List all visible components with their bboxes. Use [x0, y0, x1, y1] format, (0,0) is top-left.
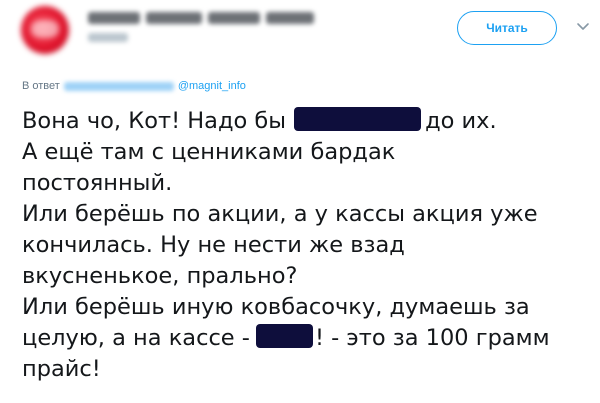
author-handle-blurred: [88, 33, 128, 42]
tweet-line: кончилась. Ну не нести же взад: [22, 232, 405, 258]
chevron-down-icon[interactable]: [576, 22, 590, 32]
tweet-line: Или берёшь по акции, а у кассы акция уже: [22, 201, 538, 227]
tweet-text: Вона чо, Кот! Надо бы до их. А ещё там с …: [22, 106, 592, 385]
tweet-text-segment: ! - это за 100 грамм: [314, 325, 550, 351]
tweet-line: прайс!: [22, 356, 101, 382]
tweet-text-segment: до их.: [425, 108, 497, 134]
tweet-line: целую, а на кассе - ! - это за 100 грамм: [22, 323, 592, 354]
follow-button[interactable]: Читать: [457, 11, 557, 45]
author-name-blurred[interactable]: [88, 10, 328, 26]
reply-mention-blurred[interactable]: [63, 81, 174, 91]
redaction-block: [255, 324, 313, 348]
tweet-line: вкусненькое, прально?: [22, 263, 298, 289]
tweet-line: А ещё там с ценниками бардак: [22, 139, 396, 165]
follow-button-label: Читать: [486, 21, 528, 35]
tweet-text-segment: Вона чо, Кот! Надо бы: [22, 108, 287, 134]
tweet-card: Читать В ответ @magnit_info Вона чо, Кот…: [0, 0, 600, 403]
tweet-text-segment: целую, а на кассе -: [22, 325, 250, 351]
reply-context: В ответ @magnit_info: [22, 80, 246, 92]
tweet-line: Вона чо, Кот! Надо бы до их.: [22, 106, 592, 137]
redaction-block: [294, 107, 422, 131]
reply-prefix: В ответ: [22, 80, 60, 92]
tweet-line: Или берёшь иную ковбасочку, думаешь за: [22, 294, 530, 320]
avatar[interactable]: [21, 6, 69, 54]
reply-mention[interactable]: @magnit_info: [178, 80, 246, 92]
tweet-line: постоянный.: [22, 170, 173, 196]
